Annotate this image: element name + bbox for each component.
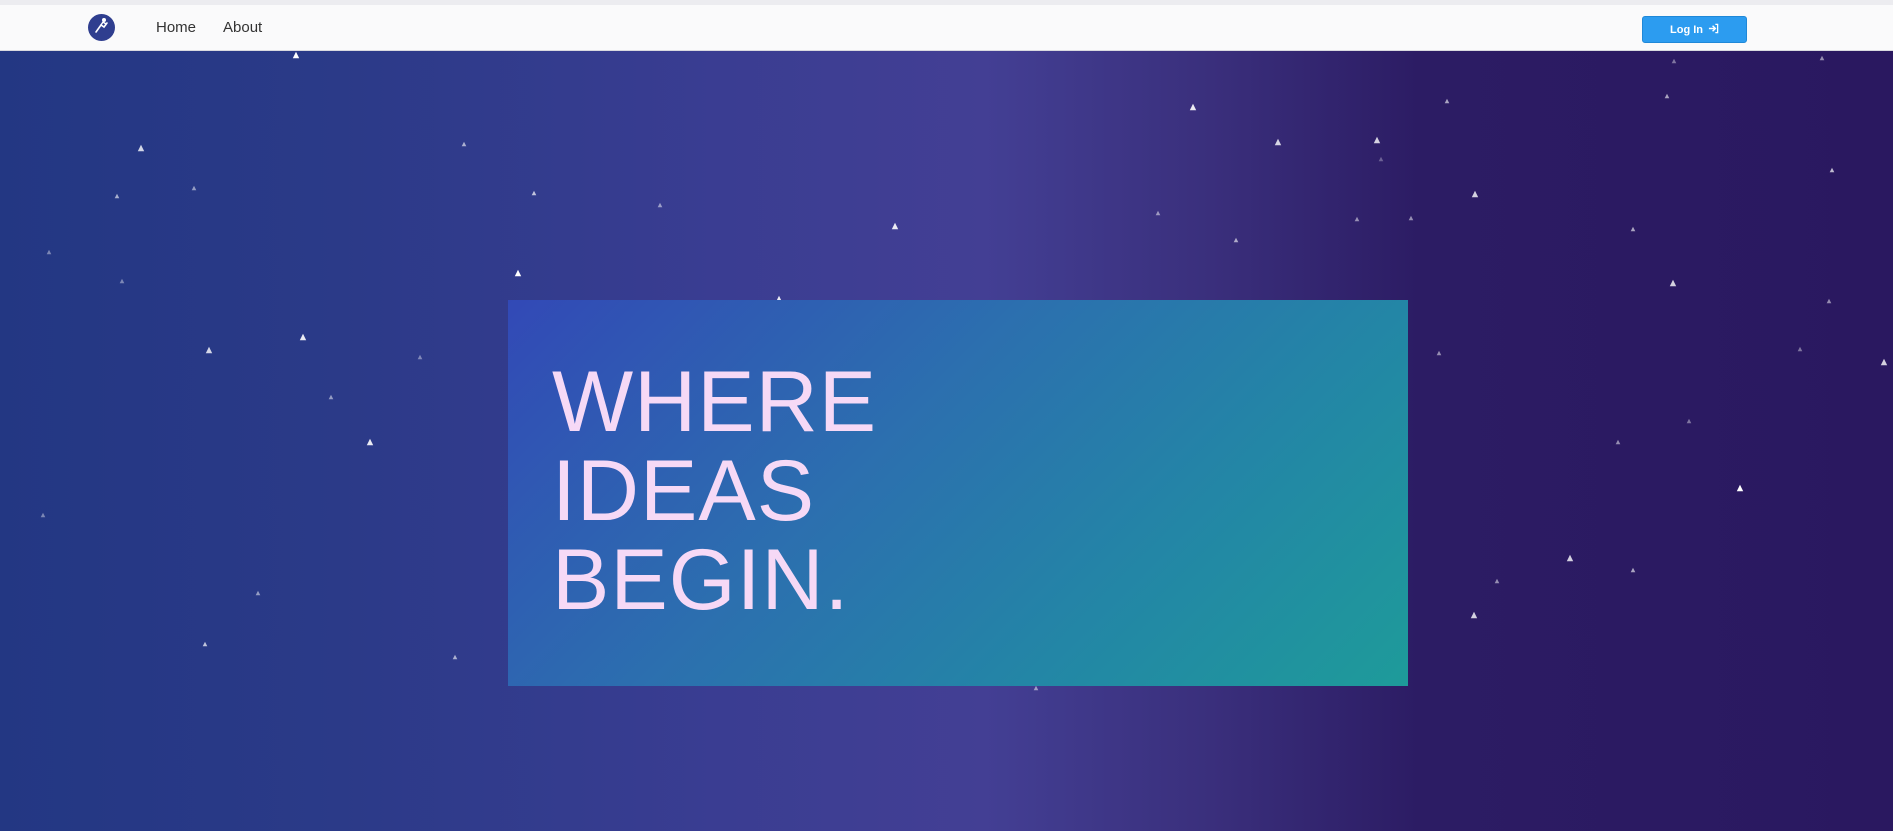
headline-line-1: WHERE [552, 354, 878, 450]
hero-headline: WHERE IDEAS BEGIN. [552, 358, 877, 625]
star-shape [891, 222, 899, 230]
star-shape [1630, 226, 1636, 232]
star-shape [1354, 216, 1360, 222]
star-shape [1408, 215, 1414, 221]
star-shape [1797, 346, 1803, 352]
star-shape [1686, 418, 1692, 424]
star-shape [1444, 98, 1450, 104]
star-shape [1378, 156, 1384, 162]
mountain-climber-icon [93, 16, 111, 39]
star-shape [1664, 93, 1670, 99]
star-shape [114, 193, 120, 199]
nav-home-link[interactable]: Home [156, 19, 196, 37]
star-shape [417, 354, 423, 360]
star-shape [1189, 103, 1197, 111]
star-shape [1155, 210, 1161, 216]
star-shape [40, 512, 46, 518]
star-shape [205, 346, 213, 354]
hero-panel: WHERE IDEAS BEGIN. [508, 300, 1408, 686]
star-shape [1033, 685, 1039, 691]
star-shape [1880, 358, 1888, 366]
star-shape [255, 590, 261, 596]
headline-line-2: IDEAS [552, 443, 816, 539]
star-shape [531, 190, 537, 196]
star-shape [1826, 298, 1832, 304]
star-shape [366, 438, 374, 446]
login-button[interactable]: Log In [1642, 16, 1747, 43]
star-shape [191, 185, 197, 191]
star-shape [1819, 55, 1825, 61]
navbar: Home About Log In [0, 5, 1893, 51]
star-shape [657, 202, 663, 208]
star-shape [1274, 138, 1282, 146]
star-shape [1233, 237, 1239, 243]
star-shape [1566, 554, 1574, 562]
star-shape [1470, 611, 1478, 619]
star-shape [46, 249, 52, 255]
star-shape [1829, 167, 1835, 173]
star-shape [292, 51, 300, 59]
star-shape [514, 269, 522, 277]
star-shape [1615, 439, 1621, 445]
star-shape [1736, 484, 1744, 492]
headline-line-3: BEGIN. [552, 532, 850, 628]
star-shape [461, 141, 467, 147]
login-button-label: Log In [1670, 23, 1703, 36]
site-logo[interactable] [88, 14, 115, 41]
star-shape [1494, 578, 1500, 584]
sign-in-icon [1708, 23, 1719, 37]
star-shape [137, 144, 145, 152]
star-shape [1436, 350, 1442, 356]
star-shape [202, 641, 208, 647]
star-shape [1669, 279, 1677, 287]
star-shape [1373, 136, 1381, 144]
star-shape [1471, 190, 1479, 198]
star-shape [452, 654, 458, 660]
star-shape [328, 394, 334, 400]
nav-about-link[interactable]: About [223, 19, 262, 37]
hero-section: WHERE IDEAS BEGIN. [0, 51, 1893, 831]
star-shape [1671, 58, 1677, 64]
star-shape [119, 278, 125, 284]
star-shape [299, 333, 307, 341]
star-shape [1630, 567, 1636, 573]
